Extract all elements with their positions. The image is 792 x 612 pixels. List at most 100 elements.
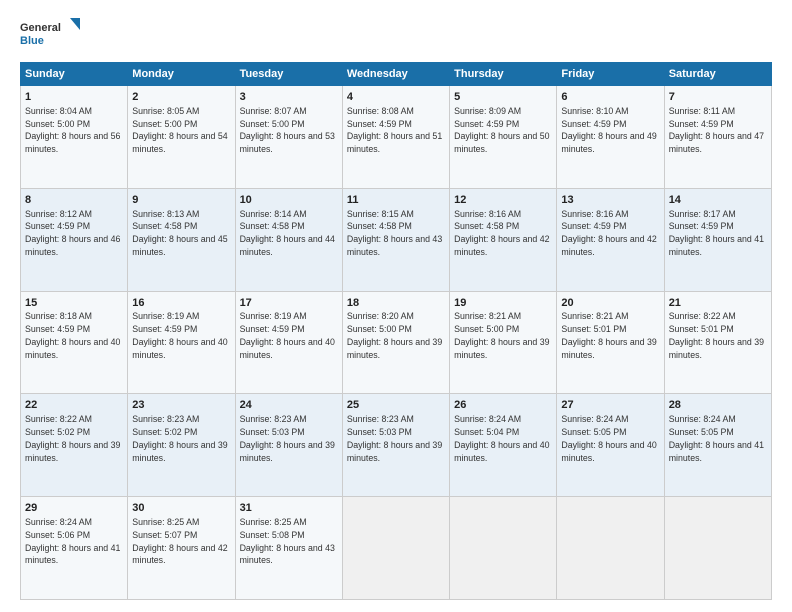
sunset: Sunset: 5:01 PM — [561, 324, 626, 334]
weekday-header-wednesday: Wednesday — [342, 63, 449, 86]
sunrise: Sunrise: 8:24 AM — [25, 517, 92, 527]
sunset: Sunset: 4:59 PM — [669, 119, 734, 129]
day-number: 20 — [561, 296, 659, 311]
daylight: Daylight: 8 hours and 39 minutes. — [347, 337, 442, 360]
weekday-header-saturday: Saturday — [664, 63, 771, 86]
calendar-cell — [450, 497, 557, 600]
calendar-cell: 22Sunrise: 8:22 AMSunset: 5:02 PMDayligh… — [21, 394, 128, 497]
daylight: Daylight: 8 hours and 39 minutes. — [454, 337, 549, 360]
daylight: Daylight: 8 hours and 39 minutes. — [347, 440, 442, 463]
day-number: 26 — [454, 398, 552, 413]
sunrise: Sunrise: 8:24 AM — [669, 414, 736, 424]
weekday-header-monday: Monday — [128, 63, 235, 86]
calendar-cell: 17Sunrise: 8:19 AMSunset: 4:59 PMDayligh… — [235, 291, 342, 394]
calendar-week-row: 29Sunrise: 8:24 AMSunset: 5:06 PMDayligh… — [21, 497, 772, 600]
calendar-cell: 16Sunrise: 8:19 AMSunset: 4:59 PMDayligh… — [128, 291, 235, 394]
sunset: Sunset: 4:59 PM — [561, 119, 626, 129]
daylight: Daylight: 8 hours and 41 minutes. — [669, 234, 764, 257]
sunrise: Sunrise: 8:16 AM — [561, 209, 628, 219]
sunrise: Sunrise: 8:18 AM — [25, 311, 92, 321]
calendar-cell — [342, 497, 449, 600]
daylight: Daylight: 8 hours and 42 minutes. — [132, 543, 227, 566]
day-number: 11 — [347, 193, 445, 208]
calendar-cell: 6Sunrise: 8:10 AMSunset: 4:59 PMDaylight… — [557, 86, 664, 189]
day-number: 3 — [240, 90, 338, 105]
calendar-cell: 30Sunrise: 8:25 AMSunset: 5:07 PMDayligh… — [128, 497, 235, 600]
daylight: Daylight: 8 hours and 54 minutes. — [132, 131, 227, 154]
daylight: Daylight: 8 hours and 40 minutes. — [240, 337, 335, 360]
sunset: Sunset: 4:59 PM — [25, 221, 90, 231]
calendar-cell: 24Sunrise: 8:23 AMSunset: 5:03 PMDayligh… — [235, 394, 342, 497]
daylight: Daylight: 8 hours and 39 minutes. — [561, 337, 656, 360]
sunrise: Sunrise: 8:13 AM — [132, 209, 199, 219]
day-number: 8 — [25, 193, 123, 208]
daylight: Daylight: 8 hours and 41 minutes. — [25, 543, 120, 566]
calendar-cell: 20Sunrise: 8:21 AM Sunset: 5:01 PM Dayligh… — [557, 291, 664, 394]
sunrise: Sunrise: 8:23 AM — [132, 414, 199, 424]
calendar-cell: 25Sunrise: 8:23 AMSunset: 5:03 PMDayligh… — [342, 394, 449, 497]
daylight: Daylight: 8 hours and 56 minutes. — [25, 131, 120, 154]
daylight: Daylight: 8 hours and 53 minutes. — [240, 131, 335, 154]
sunset: Sunset: 5:05 PM — [561, 427, 626, 437]
day-number: 19 — [454, 296, 552, 311]
sunset: Sunset: 5:03 PM — [240, 427, 305, 437]
daylight: Daylight: 8 hours and 43 minutes. — [347, 234, 442, 257]
day-number: 25 — [347, 398, 445, 413]
weekday-header-sunday: Sunday — [21, 63, 128, 86]
day-number: 21 — [669, 296, 767, 311]
sunset: Sunset: 5:00 PM — [347, 324, 412, 334]
calendar-cell: 27Sunrise: 8:24 AMSunset: 5:05 PMDayligh… — [557, 394, 664, 497]
sunrise: Sunrise: 8:24 AM — [454, 414, 521, 424]
sunrise: Sunrise: 8:10 AM — [561, 106, 628, 116]
weekday-header-tuesday: Tuesday — [235, 63, 342, 86]
calendar-week-row: 8Sunrise: 8:12 AMSunset: 4:59 PMDaylight… — [21, 188, 772, 291]
sunrise: Sunrise: 8:21 AM — [454, 311, 521, 321]
calendar-cell: 7Sunrise: 8:11 AMSunset: 4:59 PMDaylight… — [664, 86, 771, 189]
calendar-cell: 11Sunrise: 8:15 AMSunset: 4:58 PMDayligh… — [342, 188, 449, 291]
sunset: Sunset: 5:08 PM — [240, 530, 305, 540]
logo: General Blue — [20, 16, 80, 52]
daylight: Daylight: 8 hours and 42 minutes. — [454, 234, 549, 257]
weekday-header-friday: Friday — [557, 63, 664, 86]
calendar-cell: 29Sunrise: 8:24 AMSunset: 5:06 PMDayligh… — [21, 497, 128, 600]
sunset: Sunset: 5:03 PM — [347, 427, 412, 437]
day-number: 28 — [669, 398, 767, 413]
day-number: 17 — [240, 296, 338, 311]
daylight: Daylight: 8 hours and 40 minutes. — [561, 440, 656, 463]
calendar-cell: 2Sunrise: 8:05 AMSunset: 5:00 PMDaylight… — [128, 86, 235, 189]
sunset: Sunset: 4:59 PM — [25, 324, 90, 334]
day-number: 7 — [669, 90, 767, 105]
calendar-week-row: 1Sunrise: 8:04 AMSunset: 5:00 PMDaylight… — [21, 86, 772, 189]
daylight: Daylight: 8 hours and 49 minutes. — [561, 131, 656, 154]
header: General Blue — [20, 16, 772, 52]
day-number: 29 — [25, 501, 123, 516]
sunrise: Sunrise: 8:04 AM — [25, 106, 92, 116]
weekday-header-row: SundayMondayTuesdayWednesdayThursdayFrid… — [21, 63, 772, 86]
daylight: Daylight: 8 hours and 40 minutes. — [454, 440, 549, 463]
calendar-cell: 21Sunrise: 8:22 AMSunset: 5:01 PMDayligh… — [664, 291, 771, 394]
daylight: Daylight: 8 hours and 40 minutes. — [25, 337, 120, 360]
day-number: 27 — [561, 398, 659, 413]
daylight: Daylight: 8 hours and 39 minutes. — [25, 440, 120, 463]
sunset: Sunset: 5:00 PM — [240, 119, 305, 129]
day-number: 12 — [454, 193, 552, 208]
calendar-week-row: 22Sunrise: 8:22 AMSunset: 5:02 PMDayligh… — [21, 394, 772, 497]
sunset: Sunset: 4:59 PM — [561, 221, 626, 231]
calendar-cell: 14Sunrise: 8:17 AMSunset: 4:59 PMDayligh… — [664, 188, 771, 291]
day-number: 30 — [132, 501, 230, 516]
sunrise: Sunrise: 8:20 AM — [347, 311, 414, 321]
sunrise: Sunrise: 8:05 AM — [132, 106, 199, 116]
sunset: Sunset: 4:58 PM — [132, 221, 197, 231]
sunrise: Sunrise: 8:21 AM — [561, 311, 628, 321]
calendar-cell: 3Sunrise: 8:07 AMSunset: 5:00 PMDaylight… — [235, 86, 342, 189]
calendar-cell: 12Sunrise: 8:16 AMSunset: 4:58 PMDayligh… — [450, 188, 557, 291]
day-number: 22 — [25, 398, 123, 413]
sunrise: Sunrise: 8:17 AM — [669, 209, 736, 219]
calendar-cell: 1Sunrise: 8:04 AMSunset: 5:00 PMDaylight… — [21, 86, 128, 189]
daylight: Daylight: 8 hours and 46 minutes. — [25, 234, 120, 257]
calendar-cell: 26Sunrise: 8:24 AMSunset: 5:04 PMDayligh… — [450, 394, 557, 497]
calendar-table: SundayMondayTuesdayWednesdayThursdayFrid… — [20, 62, 772, 600]
day-number: 4 — [347, 90, 445, 105]
sunset: Sunset: 4:59 PM — [240, 324, 305, 334]
sunset: Sunset: 4:59 PM — [454, 119, 519, 129]
